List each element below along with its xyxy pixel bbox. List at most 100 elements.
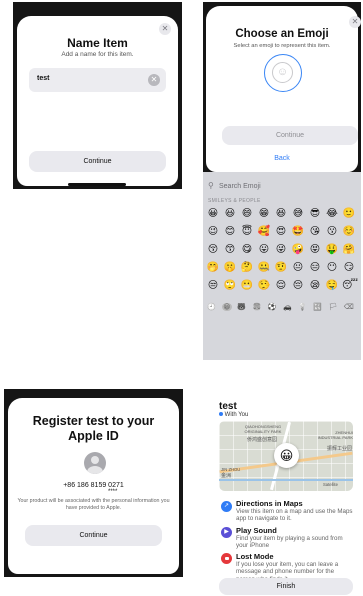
item-detail-screen: test With You QIAOHONGSHENG ORIGINALITY … xyxy=(210,389,360,596)
emoji-category-icon[interactable]: 🔣 xyxy=(313,303,322,311)
emoji-search-input[interactable]: Search Emoji xyxy=(219,183,261,190)
emoji-key[interactable]: 😙 xyxy=(223,244,237,256)
emoji-key[interactable]: 🤨 xyxy=(274,262,288,274)
emoji-category-icon[interactable]: ⚽ xyxy=(268,303,277,311)
name-input[interactable]: test ✕ xyxy=(29,68,166,92)
emoji-key[interactable]: 😶 xyxy=(325,262,339,274)
page-title: Choose an Emoji xyxy=(235,28,329,40)
register-screen: Register test to your Apple ID +86 186 8… xyxy=(4,389,183,577)
emoji-key[interactable]: 😴 xyxy=(342,280,358,292)
emoji-key[interactable]: 🤪 xyxy=(291,244,305,256)
emoji-key[interactable]: 😌 xyxy=(274,280,288,292)
emoji-category-icon[interactable]: 🏳 xyxy=(329,303,338,311)
emoji-key[interactable]: 🤤 xyxy=(325,280,339,292)
emoji-preview[interactable]: ☺ xyxy=(264,54,302,92)
emoji-key[interactable]: 😛 xyxy=(257,244,271,256)
emoji-key[interactable]: 😐 xyxy=(291,262,305,274)
directions-text: View this item on a map and use the Maps… xyxy=(236,508,353,523)
emoji-search-bar[interactable]: ⚲ Search Emoji xyxy=(206,180,354,194)
home-indicator xyxy=(68,183,126,186)
emoji-key[interactable]: 😏 xyxy=(342,262,356,274)
emoji-key[interactable]: 😅 xyxy=(291,208,305,220)
emoji-key[interactable]: ☺️ xyxy=(342,226,356,238)
play-icon: ▶ xyxy=(221,527,232,538)
emoji-key[interactable]: 🤥 xyxy=(257,280,271,292)
emoji-key[interactable]: 😊 xyxy=(223,226,237,238)
emoji-category-icon[interactable]: 💡 xyxy=(298,303,307,311)
smiley-placeholder-icon: ☺ xyxy=(272,62,293,83)
close-icon[interactable]: ✕ xyxy=(159,23,171,35)
emoji-key[interactable]: 🤔 xyxy=(240,262,254,274)
item-pin[interactable]: 😀 xyxy=(274,443,299,468)
clear-icon[interactable]: ✕ xyxy=(148,74,160,86)
emoji-key[interactable]: 😘 xyxy=(308,226,322,238)
emoji-key[interactable]: 😔 xyxy=(291,280,305,292)
emoji-key[interactable]: 😉 xyxy=(206,226,220,238)
emoji-key[interactable]: 🤗 xyxy=(342,244,356,256)
emoji-key[interactable]: 😑 xyxy=(308,262,322,274)
emoji-key[interactable]: 😆 xyxy=(274,208,288,220)
close-icon[interactable]: ✕ xyxy=(349,16,361,28)
emoji-key[interactable]: 😜 xyxy=(274,244,288,256)
emoji-key[interactable]: 😒 xyxy=(206,280,220,292)
continue-button[interactable]: Continue xyxy=(222,126,358,145)
emoji-key[interactable]: 🙄 xyxy=(223,280,237,292)
play-sound-text: Find your item by playing a sound from y… xyxy=(236,535,343,550)
emoji-key[interactable]: 😚 xyxy=(206,244,220,256)
emoji-key[interactable]: 😋 xyxy=(240,244,254,256)
emoji-key[interactable]: 😪 xyxy=(308,280,322,292)
continue-button[interactable]: Continue xyxy=(29,151,166,172)
emoji-key[interactable]: 😬 xyxy=(240,280,254,292)
lock-icon xyxy=(221,553,232,564)
emoji-keyboard: ⚲ Search Emoji SMILEYS & PEOPLE 😀 😃 😄 😁 😆 😅 😎 😂… xyxy=(203,176,361,360)
emoji-key[interactable]: 😝 xyxy=(308,244,322,256)
location-map[interactable]: QIAOHONGSHENG ORIGINALITY PARK 侨鸿盛创意园 ZH… xyxy=(219,421,353,491)
emoji-key[interactable]: 😇 xyxy=(240,226,254,238)
choose-emoji-screen: ✕ Choose an Emoji Select an emoji to rep… xyxy=(203,2,361,360)
info-text: Your product will be associated with the… xyxy=(17,498,170,511)
map-label-industrial-cn: 振辉工业园 xyxy=(327,446,353,452)
emoji-key[interactable]: 😍 xyxy=(274,226,288,238)
emoji-key[interactable]: 🙂 xyxy=(342,208,356,220)
emoji-key[interactable]: 🤑 xyxy=(325,244,339,256)
emoji-key[interactable]: 😎 xyxy=(308,208,322,220)
emoji-category-icon[interactable]: 🚗 xyxy=(283,303,292,311)
emoji-category-icon[interactable]: 😀 xyxy=(222,303,232,311)
item-title: test xyxy=(219,401,237,412)
choose-emoji-sheet: ✕ Choose an Emoji Select an emoji to rep… xyxy=(206,6,361,172)
emoji-key[interactable]: 😀 xyxy=(206,208,220,220)
emoji-key[interactable]: 🤩 xyxy=(291,226,305,238)
phone-number: +86 186 8159 0271 xyxy=(63,482,124,489)
emoji-key[interactable]: 😗 xyxy=(325,226,339,238)
map-satellite-label: Satellite xyxy=(323,482,338,487)
lost-mode-title: Lost Mode xyxy=(236,552,274,561)
backspace-icon[interactable]: ⌫ xyxy=(344,303,354,311)
play-sound-title: Play Sound xyxy=(236,526,277,535)
emoji-key[interactable]: 😂 xyxy=(325,208,339,220)
emoji-key[interactable]: 🤫 xyxy=(223,262,237,274)
emoji-key[interactable]: 🤭 xyxy=(206,262,220,274)
phone-mask: **** xyxy=(108,489,118,495)
emoji-key[interactable]: 😃 xyxy=(223,208,237,220)
map-label-jinzhou-cn: 金洲 xyxy=(221,473,232,479)
emoji-category-icon[interactable]: 🍔 xyxy=(253,303,262,311)
page-subtitle: Select an emoji to represent this item. xyxy=(233,43,331,49)
back-link[interactable]: Back xyxy=(206,155,358,162)
emoji-key[interactable]: 🥰 xyxy=(257,226,271,238)
status-dot-icon xyxy=(219,412,223,417)
map-label-park-cn: 侨鸿盛创意园 xyxy=(247,437,278,443)
emoji-category-icon[interactable]: 🐻 xyxy=(237,303,246,311)
emoji-key[interactable]: 😁 xyxy=(257,208,271,220)
emoji-category-bar: 🕘 😀 🐻 🍔 ⚽ 🚗 💡 🔣 🏳 ⌫ xyxy=(203,302,361,316)
emoji-category-label: SMILEYS & PEOPLE xyxy=(208,198,261,204)
emoji-grid: 😀 😃 😄 😁 😆 😅 😎 😂 🙂 😉 😊 😇 🥰 😍 🤩 😘 😗 ☺️ 😚 😙 😋 😛 😜 🤪 😝 🤑 🤗 🤭 🤫 🤔 🤐 🤨 😐 😑 😶 😏 😒 🙄 😬… xyxy=(203,206,361,301)
name-item-screen: ✕ Name Item Add a name for this item. te… xyxy=(13,2,182,189)
emoji-key[interactable]: 😄 xyxy=(240,208,254,220)
finish-button[interactable]: Finish xyxy=(219,578,353,595)
page-title-line-1: Register test to your xyxy=(32,414,155,428)
continue-button[interactable]: Continue xyxy=(25,525,162,546)
emoji-key[interactable]: 🤐 xyxy=(257,262,271,274)
page-title: Name Item xyxy=(67,36,128,50)
emoji-category-icon[interactable]: 🕘 xyxy=(207,303,216,311)
register-sheet: Register test to your Apple ID +86 186 8… xyxy=(8,398,179,574)
